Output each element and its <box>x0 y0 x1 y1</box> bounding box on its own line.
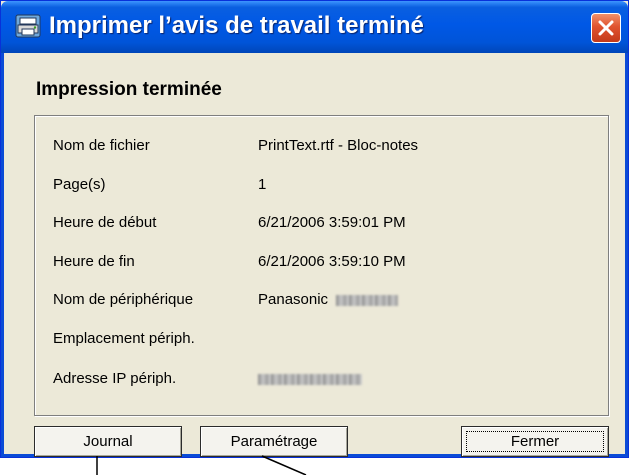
detail-label-start-time: Heure de début <box>53 214 157 231</box>
journal-button-label: Journal <box>83 433 133 450</box>
detail-value-pages: 1 <box>258 176 267 193</box>
section-heading: Impression terminée <box>36 79 222 100</box>
window-frame-left <box>1 53 4 457</box>
settings-button-label: Paramétrage <box>230 433 318 450</box>
detail-value-start-time: 6/21/2006 3:59:01 PM <box>258 214 406 231</box>
device-name-text: Panasonic <box>258 291 329 308</box>
title-bar[interactable]: Imprimer l’avis de travail terminé <box>1 1 628 53</box>
detail-value-filename: PrintText.rtf - Bloc-notes <box>258 137 419 154</box>
window-frame-right <box>625 53 628 457</box>
detail-value-device-ip <box>258 370 362 387</box>
detail-value-device-name: Panasonic <box>258 291 399 308</box>
detail-label-pages: Page(s) <box>53 176 106 193</box>
window-title: Imprimer l’avis de travail terminé <box>49 12 424 39</box>
detail-label-device-name: Nom de périphérique <box>53 291 194 308</box>
settings-button[interactable]: Paramétrage <box>200 426 348 457</box>
focus-ring <box>466 431 604 452</box>
redacted-model <box>336 294 399 306</box>
redacted-ip-address <box>258 373 362 385</box>
detail-label-end-time: Heure de fin <box>53 253 135 270</box>
detail-label-device-ip: Adresse IP périph. <box>53 370 177 387</box>
close-button[interactable]: Fermer <box>461 426 609 457</box>
close-icon <box>598 20 614 36</box>
detail-value-end-time: 6/21/2006 3:59:10 PM <box>258 253 406 270</box>
printer-app-icon <box>15 14 41 38</box>
journal-button[interactable]: Journal <box>34 426 182 457</box>
dialog-window: Imprimer l’avis de travail terminé Impre… <box>0 0 629 458</box>
detail-label-device-location: Emplacement périph. <box>53 330 195 347</box>
close-window-button[interactable] <box>591 13 621 43</box>
detail-label-filename: Nom de fichier <box>53 137 150 154</box>
